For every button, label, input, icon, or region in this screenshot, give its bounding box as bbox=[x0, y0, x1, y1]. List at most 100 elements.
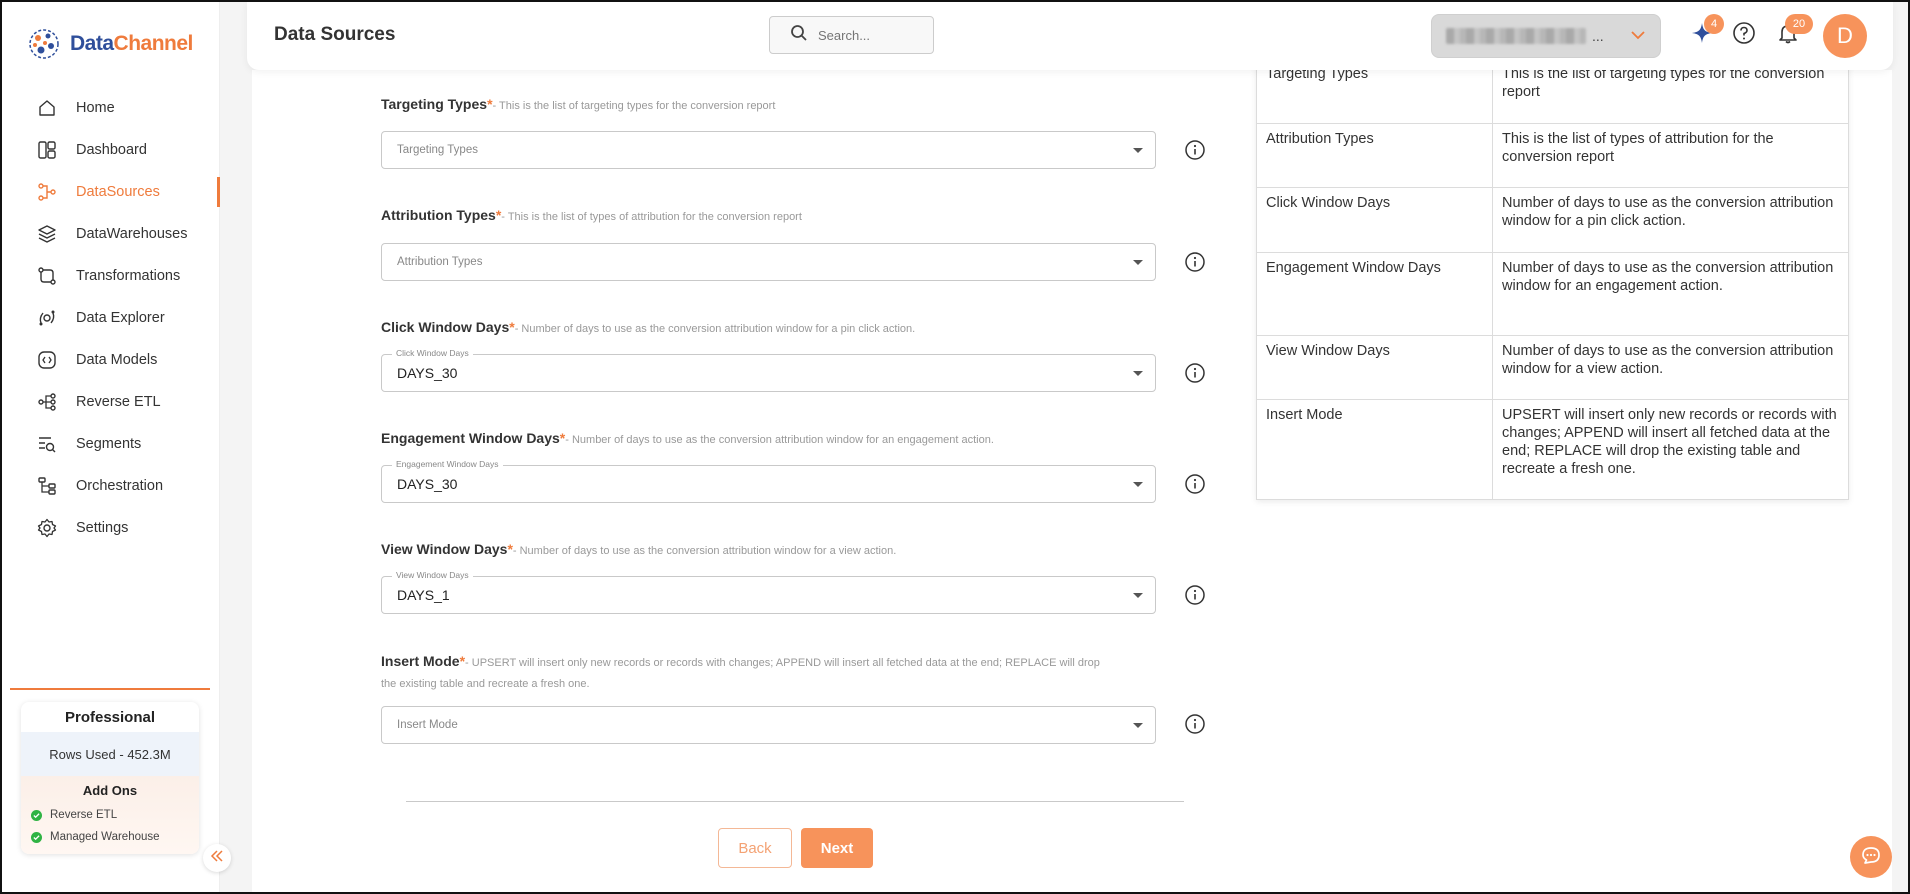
field-label-engagement-window-days: Engagement Window Days*- Number of days … bbox=[381, 430, 994, 446]
orchestration-icon bbox=[36, 475, 58, 497]
plan-card: Professional Rows Used - 452.3M Add Ons … bbox=[21, 702, 199, 854]
select-value: DAYS_30 bbox=[397, 365, 458, 381]
sidebar-item-label: DataSources bbox=[76, 184, 160, 200]
caret-down-icon bbox=[1133, 371, 1143, 376]
field-label-attribution-types: Attribution Types*- This is the list of … bbox=[381, 207, 802, 223]
help-circle-icon bbox=[1732, 21, 1756, 50]
back-button[interactable]: Back bbox=[718, 828, 792, 868]
table-row: Engagement Window Days Number of days to… bbox=[1256, 252, 1849, 336]
sidebar-item-label: Segments bbox=[76, 436, 142, 452]
table-row: Insert Mode UPSERT will insert only new … bbox=[1256, 399, 1849, 500]
select-value: DAYS_30 bbox=[397, 476, 458, 492]
caret-down-icon bbox=[1133, 482, 1143, 487]
attribution-types-select[interactable]: Attribution Types bbox=[381, 243, 1156, 281]
floating-label: Engagement Window Days bbox=[392, 459, 503, 469]
help-button[interactable] bbox=[1731, 21, 1757, 50]
sidebar-item-datawarehouses[interactable]: DataWarehouses bbox=[2, 213, 220, 255]
sidebar-item-settings[interactable]: Settings bbox=[2, 507, 220, 549]
sidebar-item-segments[interactable]: Segments bbox=[2, 423, 220, 465]
floating-label: Click Window Days bbox=[392, 348, 473, 358]
caret-down-icon bbox=[1133, 593, 1143, 598]
sidebar-item-label: Settings bbox=[76, 520, 129, 536]
sidebar-nav: Home Dashboard DataSources DataWarehouse… bbox=[2, 87, 220, 549]
field-docs-table: Targeting Types This is the list of targ… bbox=[1256, 58, 1849, 500]
field-label-text: Insert Mode bbox=[381, 653, 460, 669]
sidebar-item-data-models[interactable]: Data Models bbox=[2, 339, 220, 381]
home-icon bbox=[36, 97, 58, 119]
addon-label: Managed Warehouse bbox=[50, 831, 160, 843]
info-icon[interactable] bbox=[1184, 362, 1206, 384]
select-placeholder: Attribution Types bbox=[397, 256, 483, 268]
workspace-name-redacted bbox=[1446, 28, 1586, 44]
select-value: DAYS_1 bbox=[397, 587, 450, 603]
search-input[interactable] bbox=[818, 27, 918, 43]
info-icon[interactable] bbox=[1184, 251, 1206, 273]
field-label-targeting-types: Targeting Types*- This is the list of ta… bbox=[381, 96, 775, 112]
sidebar-item-label: Dashboard bbox=[76, 142, 147, 158]
check-circle-icon bbox=[31, 831, 42, 843]
reverse-etl-icon bbox=[36, 391, 58, 413]
app-window: DataChannel Home Dashboard DataSources D… bbox=[0, 0, 1910, 894]
logo-text-channel: Channel bbox=[113, 32, 194, 55]
info-icon[interactable] bbox=[1184, 584, 1206, 606]
explorer-icon bbox=[36, 307, 58, 329]
sidebar-item-dashboard[interactable]: Dashboard bbox=[2, 129, 220, 171]
chat-support-button[interactable] bbox=[1850, 836, 1892, 878]
sidebar-item-label: Orchestration bbox=[76, 478, 164, 494]
check-circle-icon bbox=[31, 809, 42, 821]
sidebar-item-label: DataWarehouses bbox=[76, 226, 188, 242]
next-button[interactable]: Next bbox=[801, 828, 873, 868]
sidebar-item-label: Data Models bbox=[76, 352, 158, 368]
main-content: Targeting Types*- This is the list of ta… bbox=[252, 58, 1892, 892]
view-window-days-select[interactable]: View Window Days DAYS_1 bbox=[381, 570, 1156, 614]
collapse-sidebar-button[interactable] bbox=[203, 844, 231, 872]
workspace-name-suffix: ... bbox=[1592, 28, 1604, 44]
table-cell-value: Number of days to use as the conversion … bbox=[1492, 187, 1849, 253]
info-icon[interactable] bbox=[1184, 713, 1206, 735]
field-label-text: Targeting Types bbox=[381, 96, 488, 112]
chat-bubble-icon bbox=[1860, 844, 1882, 871]
field-label-text: Attribution Types bbox=[381, 207, 496, 223]
sidebar-item-datasources[interactable]: DataSources bbox=[2, 171, 220, 213]
sidebar-item-transformations[interactable]: Transformations bbox=[2, 255, 220, 297]
models-icon bbox=[36, 349, 58, 371]
addons-section: Add Ons Reverse ETL Managed Warehouse bbox=[21, 776, 199, 854]
field-label-click-window-days: Click Window Days*- Number of days to us… bbox=[381, 319, 915, 335]
workspace-select[interactable]: ... bbox=[1431, 14, 1661, 58]
search-box[interactable] bbox=[769, 16, 934, 54]
logo-text-data: Data bbox=[70, 32, 114, 55]
targeting-types-select[interactable]: Targeting Types bbox=[381, 131, 1156, 169]
caret-down-icon bbox=[1133, 723, 1143, 728]
datachannel-logo-icon bbox=[26, 26, 62, 62]
table-cell-value: This is the list of types of attribution… bbox=[1492, 123, 1849, 188]
sidebar-item-label: Transformations bbox=[76, 268, 181, 284]
top-header: Data Sources ... 4 bbox=[247, 2, 1893, 70]
sidebar-item-reverse-etl[interactable]: Reverse ETL bbox=[2, 381, 220, 423]
double-chevron-left-icon bbox=[210, 849, 224, 868]
info-icon[interactable] bbox=[1184, 473, 1206, 495]
sidebar-item-orchestration[interactable]: Orchestration bbox=[2, 465, 220, 507]
sidebar-item-data-explorer[interactable]: Data Explorer bbox=[2, 297, 220, 339]
sidebar-item-home[interactable]: Home bbox=[2, 87, 220, 129]
info-icon[interactable] bbox=[1184, 139, 1206, 161]
sparkle-count-badge: 4 bbox=[1704, 14, 1724, 34]
table-cell-value: UPSERT will insert only new records or r… bbox=[1492, 399, 1849, 500]
sidebar-item-label: Home bbox=[76, 100, 115, 116]
logo[interactable]: DataChannel bbox=[26, 26, 193, 62]
table-row: Attribution Types This is the list of ty… bbox=[1256, 123, 1849, 188]
caret-down-icon bbox=[1133, 148, 1143, 153]
avatar[interactable]: D bbox=[1823, 14, 1867, 58]
engagement-window-days-select[interactable]: Engagement Window Days DAYS_30 bbox=[381, 459, 1156, 503]
click-window-days-select[interactable]: Click Window Days DAYS_30 bbox=[381, 348, 1156, 392]
field-description: - Number of days to use as the conversio… bbox=[512, 545, 897, 557]
layers-icon bbox=[36, 223, 58, 245]
field-label-text: Click Window Days bbox=[381, 319, 510, 335]
notification-count-badge: 20 bbox=[1785, 14, 1813, 34]
table-cell-value: Number of days to use as the conversion … bbox=[1492, 252, 1849, 336]
plan-divider bbox=[10, 688, 210, 690]
form-divider bbox=[406, 801, 1184, 802]
caret-down-icon bbox=[1133, 260, 1143, 265]
field-description: - This is the list of types of attributi… bbox=[501, 211, 802, 223]
insert-mode-select[interactable]: Insert Mode bbox=[381, 706, 1156, 744]
field-description: - Number of days to use as the conversio… bbox=[514, 323, 916, 335]
